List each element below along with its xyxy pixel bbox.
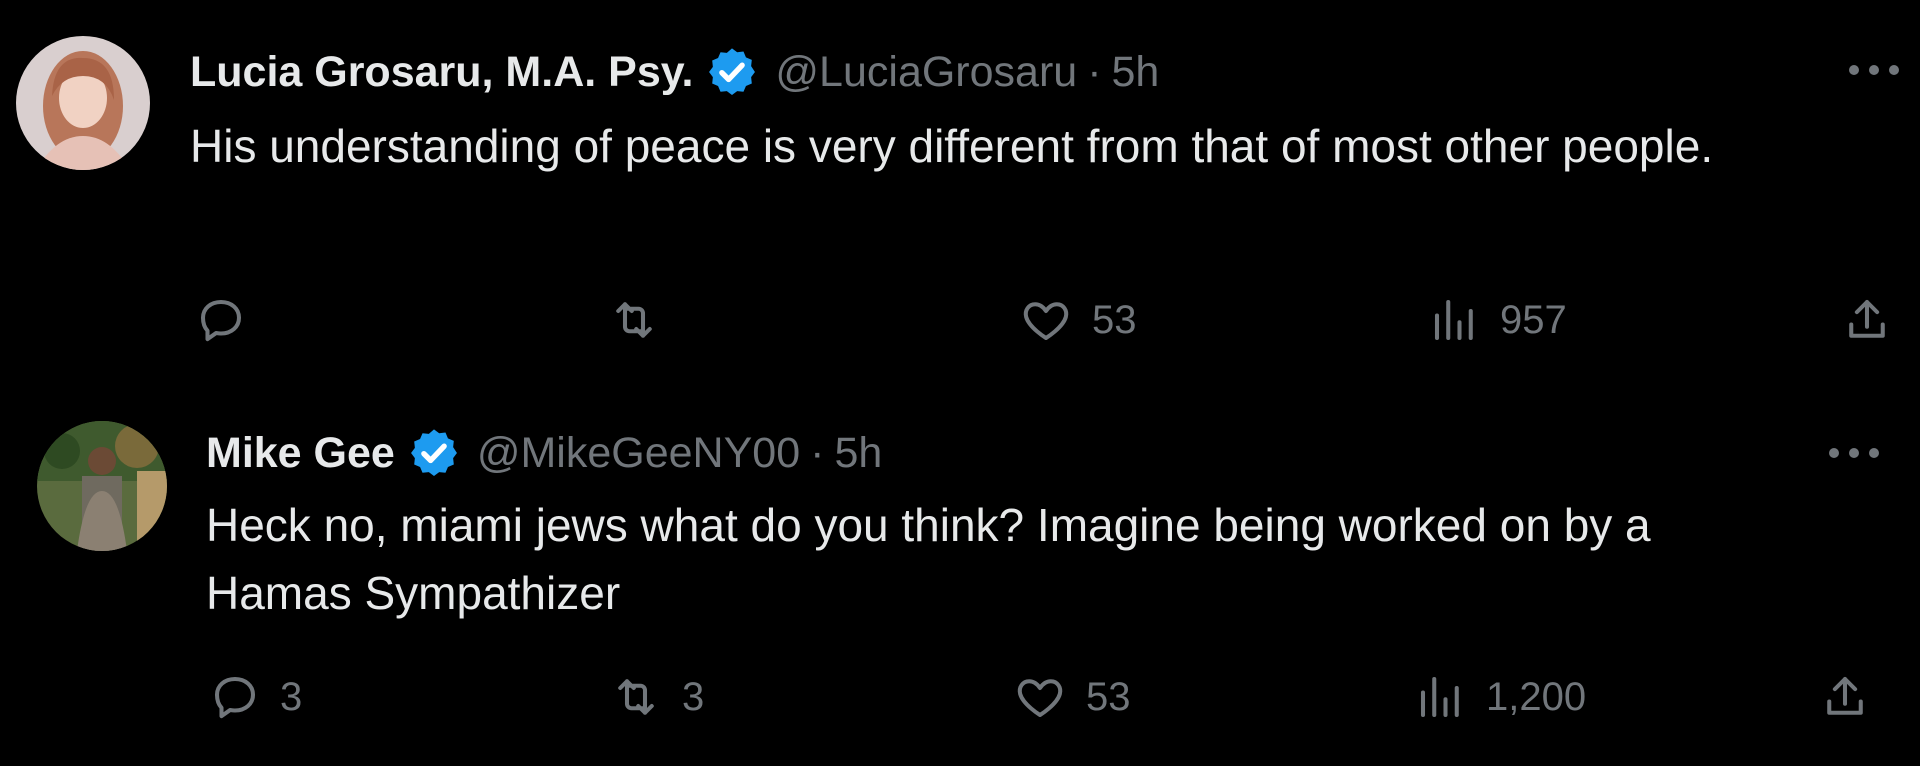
separator: · [1087,47,1102,96]
heart-icon [1023,302,1069,341]
like-button[interactable]: 53 [1012,667,1131,727]
avatar[interactable] [16,36,150,170]
tweet-text: His understanding of peace is very diffe… [190,120,1714,172]
handle[interactable]: @LuciaGrosaru [775,48,1077,97]
reply-count: 3 [280,674,303,719]
like-count: 53 [1092,297,1137,342]
views-button[interactable]: 957 [1428,290,1567,350]
reply-button[interactable] [194,290,266,350]
timestamp[interactable]: 5h [1112,48,1160,97]
display-name[interactable]: Mike Gee [206,429,395,478]
reply-button[interactable]: 3 [208,667,302,727]
tweet-text: Heck no, miami jews what do you think? I… [206,499,1651,619]
retweet-icon [618,679,654,715]
tweet-lucia[interactable]: Lucia Grosaru, M.A. Psy. @LuciaGrosaru ·… [0,0,1920,380]
reply-icon [200,299,242,342]
share-icon [1827,676,1863,715]
share-button[interactable] [1840,290,1894,350]
avatar[interactable] [37,421,167,551]
handle[interactable]: @MikeGeeNY00 [477,429,800,478]
display-name[interactable]: Lucia Grosaru, M.A. Psy. [190,48,693,97]
retweet-button[interactable] [606,290,680,350]
views-icon [1434,299,1473,341]
tweet-header: Mike Gee @MikeGeeNY00 · 5h [206,423,882,483]
views-icon [1420,676,1459,718]
separator: · [810,428,825,477]
retweet-button[interactable]: 3 [608,667,704,727]
timestamp[interactable]: 5h [834,429,882,478]
retweet-count: 3 [682,674,705,719]
share-icon [1849,299,1885,338]
like-count: 53 [1086,674,1131,719]
view-count: 1,200 [1486,674,1587,719]
heart-icon [1017,679,1063,718]
tweet-mike[interactable]: Mike Gee @MikeGeeNY00 · 5h Heck no, miam… [0,395,1920,766]
verified-badge-icon [709,48,756,95]
share-button[interactable] [1818,667,1872,727]
more-icon[interactable] [1846,60,1902,80]
views-button[interactable]: 1,200 [1414,667,1586,727]
retweet-icon [616,302,652,338]
tweet-header: Lucia Grosaru, M.A. Psy. @LuciaGrosaru ·… [190,42,1159,102]
like-button[interactable]: 53 [1018,290,1137,350]
verified-badge-icon [410,429,457,476]
reply-icon [214,676,256,719]
view-count: 957 [1500,297,1567,342]
more-icon[interactable] [1826,443,1882,463]
